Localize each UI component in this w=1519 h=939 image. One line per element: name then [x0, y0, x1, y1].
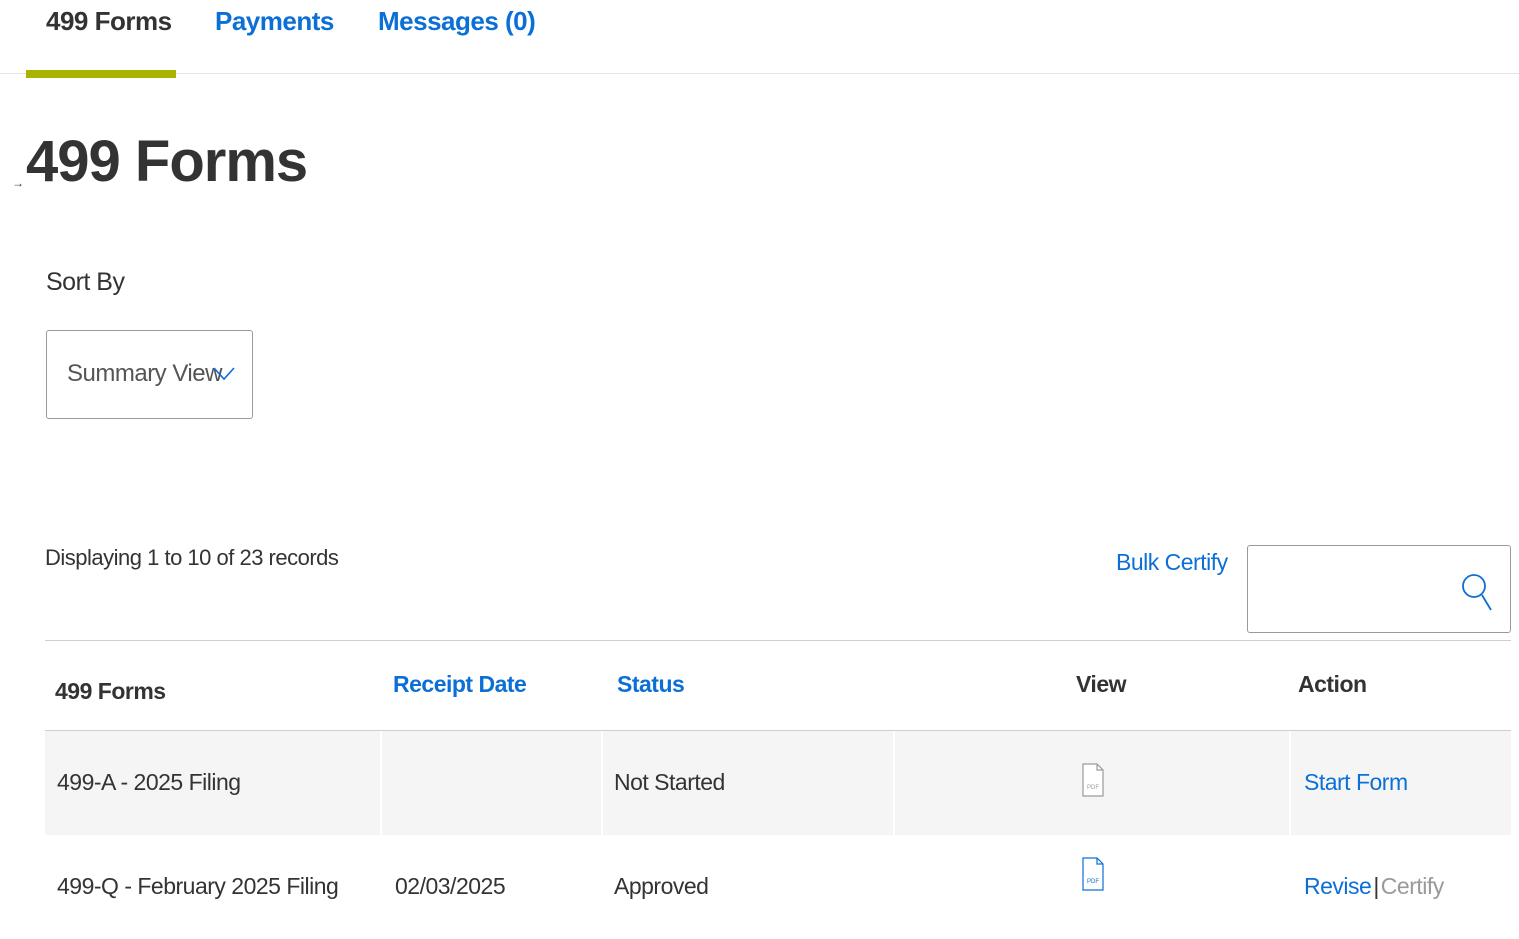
mouse-cursor-icon: →: [12, 176, 24, 190]
table-header-row: 499 Forms Receipt Date Status View Actio…: [45, 640, 1511, 731]
revise-link[interactable]: Revise: [1304, 873, 1372, 899]
table-row: 499-Q - February 2025 Filing 02/03/2025 …: [45, 835, 1511, 939]
tab-499-forms[interactable]: 499 Forms: [46, 6, 172, 37]
sort-by-label: Sort By: [46, 268, 125, 296]
svg-text:PDF: PDF: [1087, 879, 1099, 885]
row-actions: Revise|Certify: [1304, 873, 1444, 900]
active-tab-indicator: [26, 70, 176, 78]
certify-link: Certify: [1380, 873, 1444, 899]
column-header-499-forms: 499 Forms: [55, 678, 166, 704]
tab-payments[interactable]: Payments: [215, 6, 334, 37]
chevron-down-icon: [213, 367, 235, 381]
table-row: 499-A - 2025 Filing Not Started PDF Star…: [45, 731, 1511, 835]
sort-by-dropdown[interactable]: Summary View: [46, 330, 253, 419]
tab-messages[interactable]: Messages (0): [378, 6, 536, 37]
action-separator: |: [1373, 873, 1379, 899]
sort-by-selected-value: Summary View: [67, 360, 222, 387]
page-title: 499 Forms: [26, 129, 308, 194]
search-icon[interactable]: [1460, 572, 1494, 614]
search-box: [1247, 545, 1511, 633]
form-name-cell: 499-A - 2025 Filing: [57, 769, 241, 795]
column-header-status[interactable]: Status: [617, 671, 685, 698]
column-header-action: Action: [1298, 671, 1367, 697]
svg-text:PDF: PDF: [1087, 785, 1099, 791]
pdf-icon[interactable]: PDF: [1082, 763, 1104, 797]
start-form-link[interactable]: Start Form: [1304, 769, 1408, 795]
receipt-date-cell: 02/03/2025: [395, 873, 506, 899]
records-count: Displaying 1 to 10 of 23 records: [45, 545, 339, 570]
tab-bar: 499 Forms Payments Messages (0): [0, 0, 1519, 78]
form-name-cell: 499-Q - February 2025 Filing: [57, 873, 339, 899]
column-header-receipt-date[interactable]: Receipt Date: [393, 671, 527, 698]
status-cell: Approved: [614, 873, 709, 899]
column-header-view: View: [1076, 671, 1127, 697]
status-cell: Not Started: [614, 769, 725, 795]
bulk-certify-link[interactable]: Bulk Certify: [1116, 549, 1228, 576]
forms-table: 499 Forms Receipt Date Status View Actio…: [45, 640, 1511, 939]
search-input[interactable]: [1258, 556, 1448, 622]
pdf-icon[interactable]: PDF: [1082, 857, 1104, 891]
row-actions: Start Form: [1304, 769, 1408, 796]
